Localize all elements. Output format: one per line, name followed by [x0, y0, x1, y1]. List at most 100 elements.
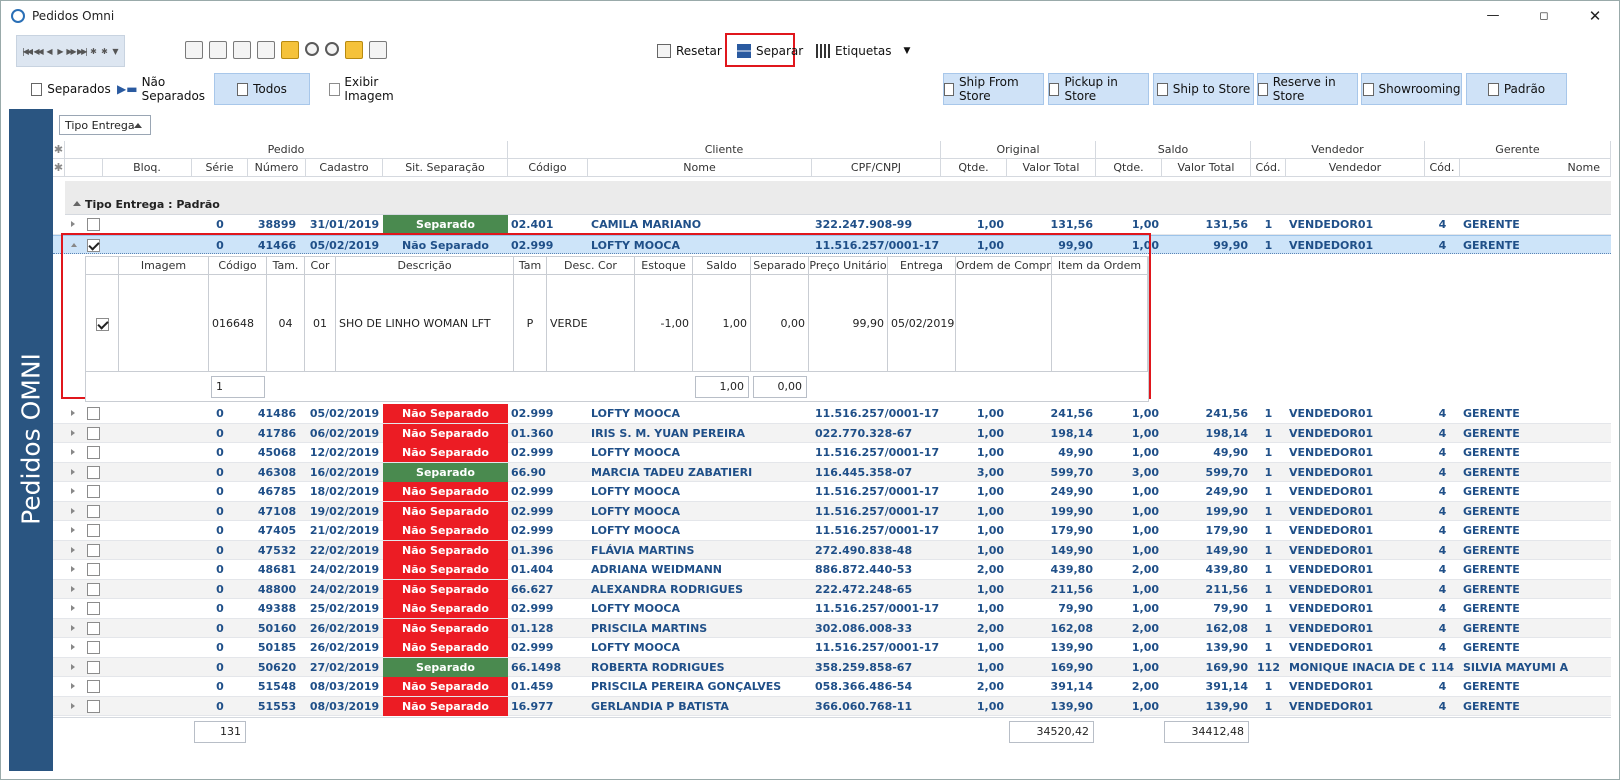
row-checkbox[interactable] — [87, 543, 100, 557]
close-icon[interactable]: ✕ — [1585, 7, 1605, 25]
expand-row-icon[interactable] — [71, 546, 75, 553]
table-row[interactable]: 0 50620 27/02/2019 Separado 66.1498 ROBERTA R… — [53, 657, 1611, 677]
first-record-icon[interactable]: |◀◀ — [21, 47, 33, 56]
next-page-icon[interactable]: ▶▶ — [65, 47, 76, 56]
table-row[interactable]: 0 48800 24/02/2019 Não Separado 66.627 ALEXAN… — [53, 579, 1611, 599]
delete-record-icon[interactable]: ✱ — [98, 47, 109, 56]
table-row[interactable]: 0 41786 06/02/2019 Não Separado 01.360 IRIS S… — [53, 423, 1611, 443]
expand-row-icon[interactable] — [71, 410, 75, 416]
table-row[interactable]: 0 47405 21/02/2019 Não Separado 02.999 LOFTY … — [53, 521, 1611, 541]
expand-row-icon[interactable] — [71, 527, 75, 533]
detail-col-tam[interactable]: Tam. — [267, 257, 305, 275]
detail-col-ordem[interactable]: Ordem de Compra — [956, 257, 1052, 275]
expand-row-icon[interactable] — [71, 663, 75, 670]
detail-check-cell[interactable] — [86, 275, 119, 372]
row-checkbox[interactable] — [87, 426, 100, 440]
table-row[interactable]: 0 48681 24/02/2019 Não Separado 01.404 ADRIAN… — [53, 560, 1611, 580]
detail-col-item[interactable]: Item da Ordem — [1052, 257, 1148, 275]
detail-col-codigo[interactable]: Código — [209, 257, 267, 275]
detail-row-checkbox[interactable] — [95, 317, 109, 331]
expand-row-icon[interactable] — [71, 683, 75, 689]
table-row[interactable]: 0 45068 12/02/2019 Não Separado 02.999 LOFTY … — [53, 443, 1611, 463]
expand-row-icon[interactable] — [71, 507, 75, 514]
maximize-icon[interactable]: ◻ — [1534, 7, 1554, 25]
row-checkbox[interactable] — [87, 465, 100, 479]
reset-button[interactable]: Resetar — [649, 35, 730, 67]
detail-col-imagem[interactable]: Imagem — [119, 257, 209, 275]
col-original-qtde[interactable]: Qtde. — [941, 159, 1007, 177]
separados-button[interactable]: Separados — [27, 73, 115, 105]
email-icon[interactable] — [281, 41, 299, 59]
layout-icon[interactable] — [345, 41, 363, 59]
expand-row-icon[interactable] — [71, 624, 75, 631]
group-row[interactable]: Tipo Entrega : Padrão — [65, 181, 1611, 215]
row-checkbox[interactable] — [87, 621, 100, 635]
row-checkbox[interactable] — [87, 504, 100, 518]
expand-row-icon[interactable] — [71, 585, 75, 592]
etiquetas-button[interactable]: Etiquetas ▼ — [808, 35, 918, 67]
next-record-icon[interactable]: ▶ — [54, 47, 65, 56]
expand-row-icon[interactable] — [71, 468, 75, 475]
detail-col-entrega[interactable]: Entrega — [888, 257, 956, 275]
prev-page-icon[interactable]: ◀◀ — [32, 47, 43, 56]
properties-icon[interactable] — [185, 41, 203, 59]
col-bloq[interactable]: Bloq. — [103, 159, 192, 177]
table-row[interactable]: 0 46785 18/02/2019 Não Separado 02.999 LOFTY … — [53, 482, 1611, 502]
reserve-in-store-button[interactable]: Reserve in Store — [1257, 73, 1358, 105]
zoom-in-icon[interactable] — [305, 42, 319, 56]
col-saldo-qtde[interactable]: Qtde. — [1096, 159, 1162, 177]
showrooming-button[interactable]: Showrooming — [1361, 73, 1462, 105]
expand-row-icon[interactable] — [71, 605, 75, 611]
table-row[interactable]: 0 41486 05/02/2019 Não Separado 02.999 LOFTY … — [53, 404, 1611, 424]
table-row[interactable]: 0 38899 31/01/2019 Separado 02.401 CAMILA MAR… — [53, 215, 1611, 235]
table-row[interactable]: 0 50185 26/02/2019 Não Separado 02.999 LOFTY … — [53, 638, 1611, 658]
table-row[interactable]: 0 47532 22/02/2019 Não Separado 01.396 FLÁVIA… — [53, 540, 1611, 560]
col-original-valor[interactable]: Valor Total — [1007, 159, 1096, 177]
expand-row-icon[interactable] — [71, 566, 75, 572]
expand-row-icon[interactable] — [71, 644, 75, 650]
table-row[interactable]: 0 51553 08/03/2019 Não Separado 16.977 GERLAN… — [53, 696, 1611, 716]
detail-col-preco[interactable]: Preço Unitário — [809, 257, 888, 275]
row-checkbox[interactable] — [87, 563, 100, 576]
detail-col-tam2[interactable]: Tam — [514, 257, 547, 275]
table-row[interactable]: 0 49388 25/02/2019 Não Separado 02.999 LOFTY … — [53, 599, 1611, 619]
row-checkbox[interactable] — [87, 485, 100, 498]
row-checkbox[interactable] — [87, 218, 100, 231]
export-icon[interactable] — [257, 41, 275, 59]
row-checkbox[interactable] — [87, 641, 100, 654]
detail-col-cor[interactable]: Cor — [305, 257, 336, 275]
minimize-icon[interactable]: — — [1483, 7, 1503, 25]
nao-separados-button[interactable]: ▶▬ Não Separados — [117, 73, 221, 105]
col-codigo[interactable]: Código — [508, 159, 588, 177]
row-checkbox[interactable] — [87, 407, 100, 420]
prev-record-icon[interactable]: ◀ — [43, 47, 54, 56]
separar-button[interactable]: Separar — [729, 35, 811, 67]
last-record-icon[interactable]: ▶▶| — [76, 47, 88, 56]
todos-button[interactable]: Todos — [214, 73, 310, 105]
col-nome[interactable]: Nome — [588, 159, 812, 177]
chevron-down-icon[interactable]: ▼ — [904, 46, 911, 56]
detail-col-estoque[interactable]: Estoque — [635, 257, 693, 275]
col-vendedor-cod[interactable]: Cód. — [1251, 159, 1286, 177]
row-checkbox[interactable] — [87, 602, 100, 615]
detail-col-saldo[interactable]: Saldo — [693, 257, 751, 275]
expand-row-icon[interactable] — [71, 221, 75, 227]
col-gerente-nome[interactable]: Nome — [1460, 159, 1611, 177]
group-by-tipo-entrega[interactable]: Tipo Entrega — [59, 115, 151, 135]
pickup-in-store-button[interactable]: Pickup in Store — [1048, 73, 1149, 105]
zoom-out-icon[interactable] — [325, 42, 339, 56]
detail-row[interactable]: 016648 04 01 SHO DE LINHO WOMAN LFT P VE… — [86, 275, 1148, 372]
expand-row-icon[interactable] — [71, 488, 75, 494]
col-cpf-cnpj[interactable]: CPF/CNPJ — [812, 159, 941, 177]
table-row[interactable]: 0 50160 26/02/2019 Não Separado 01.128 PRISCI… — [53, 618, 1611, 638]
row-checkbox[interactable] — [87, 524, 100, 537]
collapse-icon[interactable] — [73, 201, 81, 206]
exibir-imagem-checkbox[interactable]: Exibir Imagem — [329, 73, 419, 105]
col-saldo-valor[interactable]: Valor Total — [1162, 159, 1251, 177]
col-vendedor[interactable]: Vendedor — [1286, 159, 1425, 177]
print-icon[interactable] — [233, 41, 251, 59]
detail-col-separado[interactable]: Separado — [751, 257, 809, 275]
table-row[interactable]: 0 46308 16/02/2019 Separado 66.90 MARCIA TADE… — [53, 462, 1611, 482]
detail-col-desc-cor[interactable]: Desc. Cor — [547, 257, 635, 275]
row-checkbox[interactable] — [87, 582, 100, 596]
